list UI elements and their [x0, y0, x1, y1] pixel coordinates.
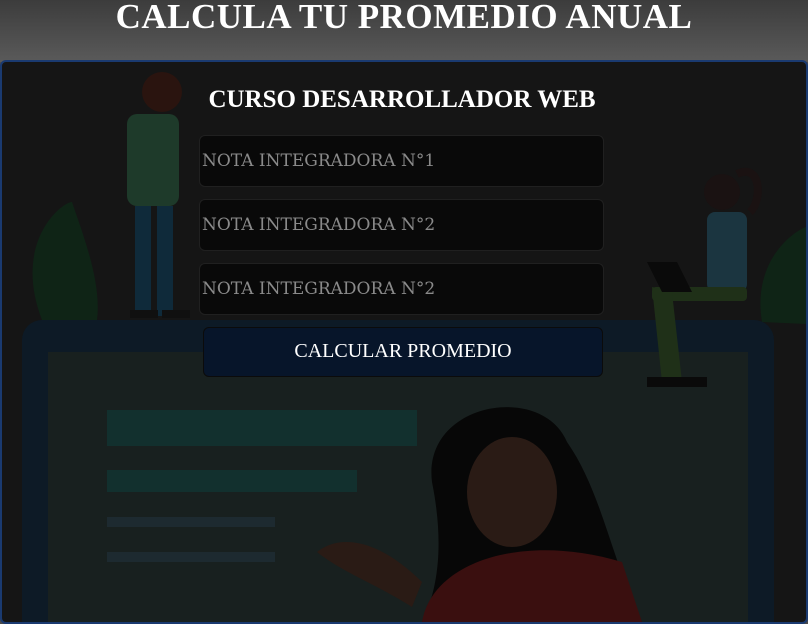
page-header: CALCULA TU PROMEDIO ANUAL — [0, 0, 808, 62]
grade-3-input[interactable] — [200, 264, 603, 314]
course-title: CURSO DESARROLLADOR WEB — [208, 86, 596, 113]
calculator-panel: CURSO DESARROLLADOR WEB CALCULAR PROMEDI… — [0, 60, 808, 624]
grade-2-input[interactable] — [200, 200, 603, 250]
grade-2-field[interactable] — [199, 199, 604, 251]
calculate-average-button[interactable]: CALCULAR PROMEDIO — [203, 327, 603, 377]
grade-3-field[interactable] — [199, 263, 604, 315]
page-title: CALCULA TU PROMEDIO ANUAL — [115, 0, 693, 36]
grade-1-field[interactable] — [199, 135, 604, 187]
grade-1-input[interactable] — [200, 136, 603, 186]
